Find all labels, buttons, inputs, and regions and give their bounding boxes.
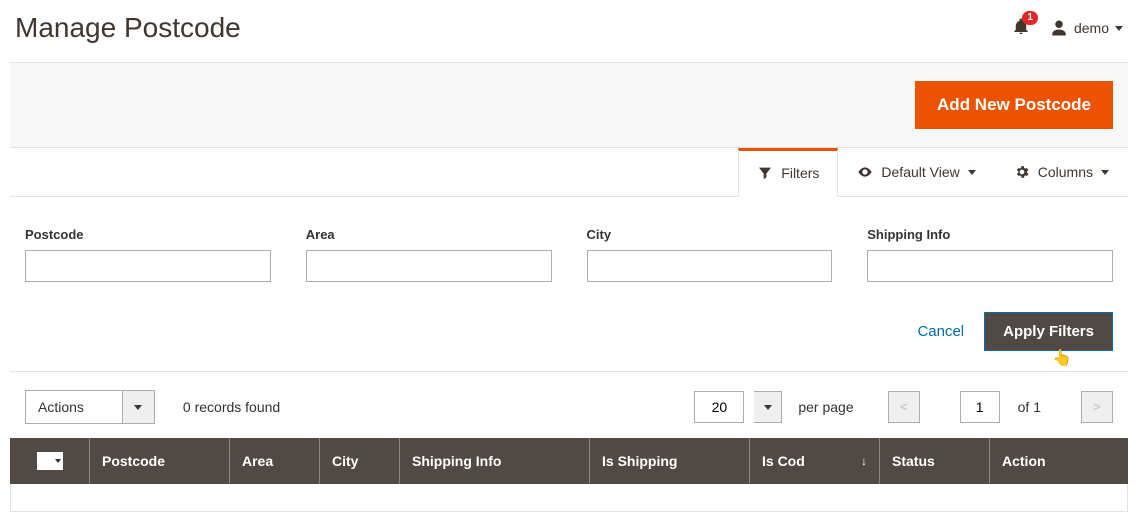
column-shipping-info[interactable]: Shipping Info [400,438,590,484]
column-status[interactable]: Status [880,438,990,484]
grid-controls: Actions 0 records found per page < of 1 … [10,371,1128,438]
grid-body [10,484,1128,512]
chevron-down-icon [764,405,772,410]
chevron-left-icon: < [900,400,908,415]
default-view-dropdown[interactable]: Default View [838,148,994,196]
column-action[interactable]: Action [990,438,1128,484]
city-label: City [587,227,833,242]
cursor-hand-icon: 👆 [1052,348,1072,368]
notifications-button[interactable]: 1 [1012,17,1030,40]
actions-caret [122,391,154,423]
cancel-button[interactable]: Cancel [917,323,964,340]
city-input[interactable] [587,250,833,282]
column-checkbox[interactable] [10,438,90,484]
is-cod-label: Is Cod [762,453,805,469]
column-postcode[interactable]: Postcode [90,438,230,484]
data-grid: Postcode Area City Shipping Info Is Ship… [10,438,1128,512]
page-number-input[interactable] [960,391,1000,423]
columns-label: Columns [1038,164,1093,180]
shipping-info-label: Shipping Info [867,227,1113,242]
header-right: 1 demo [1012,17,1123,40]
chevron-down-icon [1101,170,1109,175]
funnel-icon [757,165,773,181]
page-of-label: of 1 [1018,399,1041,415]
filter-shipping-info: Shipping Info [867,227,1113,282]
page-header: Manage Postcode 1 demo [0,0,1138,62]
gear-icon [1014,164,1030,180]
chevron-down-icon [55,459,61,463]
column-area[interactable]: Area [230,438,320,484]
area-input[interactable] [306,250,552,282]
postcode-input[interactable] [25,250,271,282]
column-is-cod[interactable]: Is Cod ↓ [750,438,880,484]
user-icon [1050,19,1068,37]
per-page-label: per page [798,399,853,415]
per-page-dropdown-button[interactable] [754,391,782,423]
add-new-postcode-button[interactable]: Add New Postcode [915,81,1113,129]
postcode-label: Postcode [25,227,271,242]
grid-controls-right: per page < of 1 > [694,391,1113,423]
user-label: demo [1074,20,1109,36]
eye-icon [857,164,873,180]
apply-filters-button[interactable]: Apply Filters 👆 [984,312,1113,351]
chevron-down-icon [1115,26,1123,31]
chevron-down-icon [968,170,976,175]
records-found: 0 records found [183,399,280,415]
prev-page-button[interactable]: < [888,391,920,423]
filter-actions: Cancel Apply Filters 👆 [25,312,1113,371]
filters-tab[interactable]: Filters [738,148,838,197]
per-page-input[interactable] [694,391,744,423]
grid-header-row: Postcode Area City Shipping Info Is Ship… [10,438,1128,484]
column-is-shipping[interactable]: Is Shipping [590,438,750,484]
apply-filters-label: Apply Filters [1003,323,1094,340]
columns-dropdown[interactable]: Columns [995,148,1128,196]
grid-toolbar: Filters Default View Columns [10,148,1128,197]
actions-label: Actions [26,391,122,423]
filters-label: Filters [781,165,819,181]
page-title: Manage Postcode [15,12,241,44]
filters-form: Postcode Area City Shipping Info Cancel … [10,197,1128,371]
area-label: Area [306,227,552,242]
default-view-label: Default View [881,164,959,180]
next-page-button[interactable]: > [1081,391,1113,423]
shipping-info-input[interactable] [867,250,1113,282]
grid-controls-left: Actions 0 records found [25,390,280,424]
filter-city: City [587,227,833,282]
chevron-down-icon [134,405,142,410]
filter-fields: Postcode Area City Shipping Info [25,227,1113,282]
filter-postcode: Postcode [25,227,271,282]
column-city[interactable]: City [320,438,400,484]
select-all-checkbox[interactable] [37,452,63,470]
action-bar: Add New Postcode [10,62,1128,148]
notification-badge: 1 [1022,11,1038,25]
actions-dropdown[interactable]: Actions [25,390,155,424]
user-menu[interactable]: demo [1050,19,1123,37]
sort-arrow-icon: ↓ [861,454,867,468]
filter-area: Area [306,227,552,282]
chevron-right-icon: > [1093,400,1101,415]
